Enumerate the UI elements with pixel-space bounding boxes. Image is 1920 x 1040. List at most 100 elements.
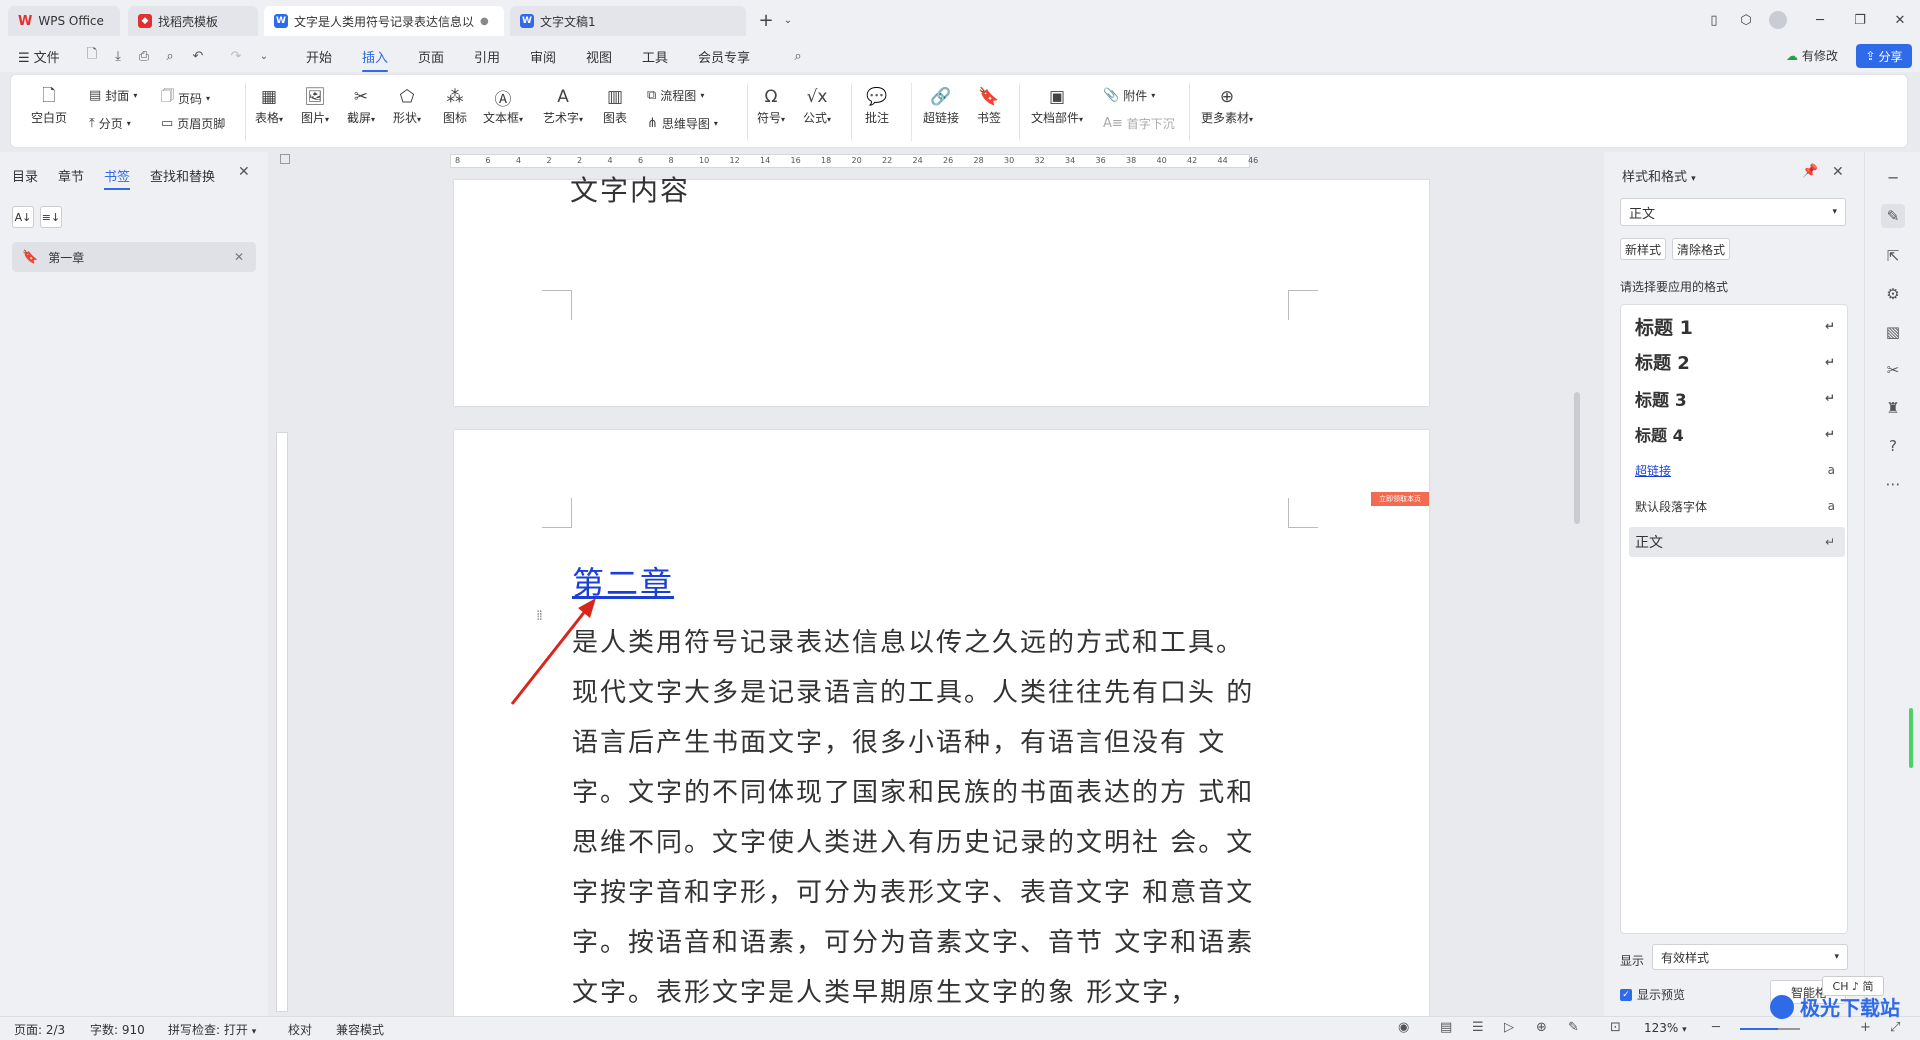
menu-member[interactable]: 会员专享 xyxy=(698,47,750,66)
hyperlink-button[interactable]: 🔗 超链接 xyxy=(923,85,959,126)
body-line[interactable]: 语言后产生书面文字，很多小语种，有语言但没有 文 xyxy=(572,718,1226,768)
spellcheck-status[interactable]: 拼写检查: 打开 ▾ xyxy=(168,1021,256,1038)
page-indicator[interactable]: 页面: 2/3 xyxy=(14,1021,65,1038)
proofread-button[interactable]: 校对 xyxy=(288,1021,312,1038)
tab-wps-office[interactable]: W WPS Office xyxy=(8,6,120,36)
screenshot-button[interactable]: ✂ 截屏▾ xyxy=(347,85,375,126)
menu-view[interactable]: 视图 xyxy=(586,47,612,66)
layout-icon[interactable]: ▯ xyxy=(1702,8,1726,32)
pen-mode-icon[interactable]: ✎ xyxy=(1568,1020,1579,1035)
tab-list-chevron-icon[interactable]: ⌄ xyxy=(776,8,800,32)
new-tab-plus-icon[interactable]: + xyxy=(754,8,778,32)
save-icon[interactable]: 🗋 xyxy=(82,46,102,66)
body-line[interactable]: 字。文字的不同体现了国家和民族的书面表达的方 式和 xyxy=(572,768,1254,818)
menu-insert[interactable]: 插入 xyxy=(362,47,389,72)
shape-button[interactable]: ⬠ 形状▾ xyxy=(393,85,421,126)
doc-parts-button[interactable]: ▣ 文档部件▾ xyxy=(1031,85,1083,126)
close-window-icon[interactable]: ✕ xyxy=(1888,8,1912,32)
zoom-out-icon[interactable]: ─ xyxy=(1712,1020,1720,1035)
promo-tag[interactable]: 立即领取本页 xyxy=(1371,492,1429,506)
redo-icon[interactable]: ↷ xyxy=(226,46,246,66)
more-material-button[interactable]: ⊕ 更多素材▾ xyxy=(1201,85,1253,126)
wordart-button[interactable]: A 艺术字▾ xyxy=(543,85,583,126)
tab-bookmark[interactable]: 书签 xyxy=(104,166,131,190)
pin-icon[interactable]: 📌 xyxy=(1802,164,1818,179)
tab-document-active[interactable]: W 文字是人类用符号记录表达信息以 ● xyxy=(264,6,504,36)
menu-tools[interactable]: 工具 xyxy=(642,47,668,66)
fit-page-icon[interactable]: ⊡ xyxy=(1610,1020,1621,1035)
more-icon[interactable]: ⋯ xyxy=(1881,472,1905,496)
body-line[interactable]: 字。按语音和语素，可分为音素文字、音节 文字和语素 xyxy=(572,918,1254,968)
minimize-icon[interactable]: ─ xyxy=(1808,8,1832,32)
vertical-ruler[interactable] xyxy=(276,432,288,1012)
show-preview-checkbox[interactable]: ✓ 显示预览 xyxy=(1620,986,1685,1003)
dropcap-button[interactable]: A≡ 首字下沉 xyxy=(1103,115,1175,132)
fullscreen-icon[interactable]: ⤢ xyxy=(1890,1020,1900,1035)
style-heading-4[interactable]: 标题 4 ↵ xyxy=(1629,419,1845,449)
body-line[interactable]: 现代文字大多是记录语言的工具。人类往往先有口头 的 xyxy=(572,668,1254,718)
style-heading-3[interactable]: 标题 3 ↵ xyxy=(1629,383,1845,413)
help-icon[interactable]: ? xyxy=(1881,434,1905,458)
style-heading-1[interactable]: 标题 1 ↵ xyxy=(1629,311,1845,341)
mindmap-button[interactable]: ⋔ 思维导图 ▾ xyxy=(647,115,718,132)
style-default-font[interactable]: 默认段落字体 a xyxy=(1629,491,1845,521)
web-view-icon[interactable]: ⊕ xyxy=(1536,1020,1547,1035)
body-line[interactable]: 思维不同。文字使人类进入有历史记录的文明社 会。文 xyxy=(572,818,1254,868)
cover-button[interactable]: ▤ 封面 ▾ xyxy=(89,87,137,104)
modified-status[interactable]: ☁ 有修改 xyxy=(1786,47,1838,64)
avatar[interactable] xyxy=(1766,8,1790,32)
search-icon[interactable]: ⌕ xyxy=(788,46,808,66)
menu-home[interactable]: 开始 xyxy=(306,47,332,66)
vertical-scrollbar[interactable] xyxy=(1572,154,1582,1020)
file-menu[interactable]: ☰ 文件 xyxy=(18,47,60,66)
formula-button[interactable]: √x 公式▾ xyxy=(803,85,831,126)
menu-review[interactable]: 审阅 xyxy=(530,47,556,66)
word-count[interactable]: 字数: 910 xyxy=(90,1021,145,1038)
tab-toc[interactable]: 目录 xyxy=(12,166,38,185)
sort-position-icon[interactable]: ≡↓ xyxy=(40,206,62,228)
scrollbar-thumb[interactable] xyxy=(1574,392,1580,524)
page-break-button[interactable]: ⤒ 分页 ▾ xyxy=(89,115,131,132)
tab-template[interactable]: ◆ 找稻壳模板 xyxy=(128,6,258,36)
zoom-slider[interactable] xyxy=(1740,1028,1800,1030)
eye-icon[interactable]: ◉ xyxy=(1398,1020,1409,1035)
table-button[interactable]: ▦ 表格▾ xyxy=(255,85,283,126)
current-style-select[interactable]: 正文 ▾ xyxy=(1620,198,1846,226)
textbox-button[interactable]: Ⓐ 文本框▾ xyxy=(483,85,523,126)
tab-find-replace[interactable]: 查找和替换 xyxy=(150,166,215,185)
tools-icon[interactable]: ✂ xyxy=(1881,358,1905,382)
symbol-button[interactable]: Ω 符号▾ xyxy=(757,85,785,126)
zoom-level[interactable]: 123% ▾ xyxy=(1644,1021,1687,1035)
page-view-icon[interactable]: ▤ xyxy=(1440,1020,1452,1035)
adjust-icon[interactable]: ⚙ xyxy=(1881,282,1905,306)
outline-view-icon[interactable]: ☰ xyxy=(1472,1020,1484,1035)
close-styles-icon[interactable]: ✕ xyxy=(1832,164,1844,180)
undo-icon[interactable]: ↶ xyxy=(188,46,208,66)
style-normal[interactable]: 正文 ↵ xyxy=(1629,527,1845,557)
zoom-in-icon[interactable]: + xyxy=(1860,1020,1871,1035)
print-icon[interactable]: ⎙ xyxy=(134,46,154,66)
unsaved-dot-icon[interactable]: ● xyxy=(480,16,489,27)
image-edit-icon[interactable]: ▧ xyxy=(1881,320,1905,344)
flowchart-button[interactable]: ⧉ 流程图 ▾ xyxy=(647,87,704,104)
page-number-button[interactable]: 🗍 页码 ▾ xyxy=(161,87,210,109)
body-line[interactable]: 字按字音和字形，可分为表形文字、表音文字 和意音文 xyxy=(572,868,1254,918)
body-line[interactable]: 文字。表形文字是人类早期原生文字的象 形文字， xyxy=(572,968,1198,1018)
pen-icon[interactable]: ✎ xyxy=(1881,204,1905,228)
show-filter-select[interactable]: 有效样式 ▾ xyxy=(1652,944,1848,970)
clear-format-button[interactable]: 清除格式 xyxy=(1672,238,1730,260)
style-heading-2[interactable]: 标题 2 ↵ xyxy=(1629,347,1845,377)
export-pdf-icon[interactable]: ⤓ xyxy=(108,46,128,66)
icon-button[interactable]: ⁂ 图标 xyxy=(443,85,467,126)
play-icon[interactable]: ▷ xyxy=(1504,1020,1514,1035)
quick-access-chevron-icon[interactable]: ⌄ xyxy=(254,46,274,66)
style-hyperlink[interactable]: 超链接 a xyxy=(1629,455,1845,485)
close-panel-icon[interactable]: ✕ xyxy=(238,164,250,180)
chart-button[interactable]: ▥ 图表 xyxy=(603,85,627,126)
bookmark-item[interactable]: 🔖 第一章 ✕ xyxy=(12,242,256,272)
print-preview-icon[interactable]: ⌕ xyxy=(160,46,180,66)
shirt-icon[interactable]: ♜ xyxy=(1881,396,1905,420)
new-style-button[interactable]: 新样式 xyxy=(1620,238,1666,260)
comment-button[interactable]: 💬 批注 xyxy=(865,85,889,126)
body-line[interactable]: 是人类用符号记录表达信息以传之久远的方式和工具。 xyxy=(572,618,1244,668)
